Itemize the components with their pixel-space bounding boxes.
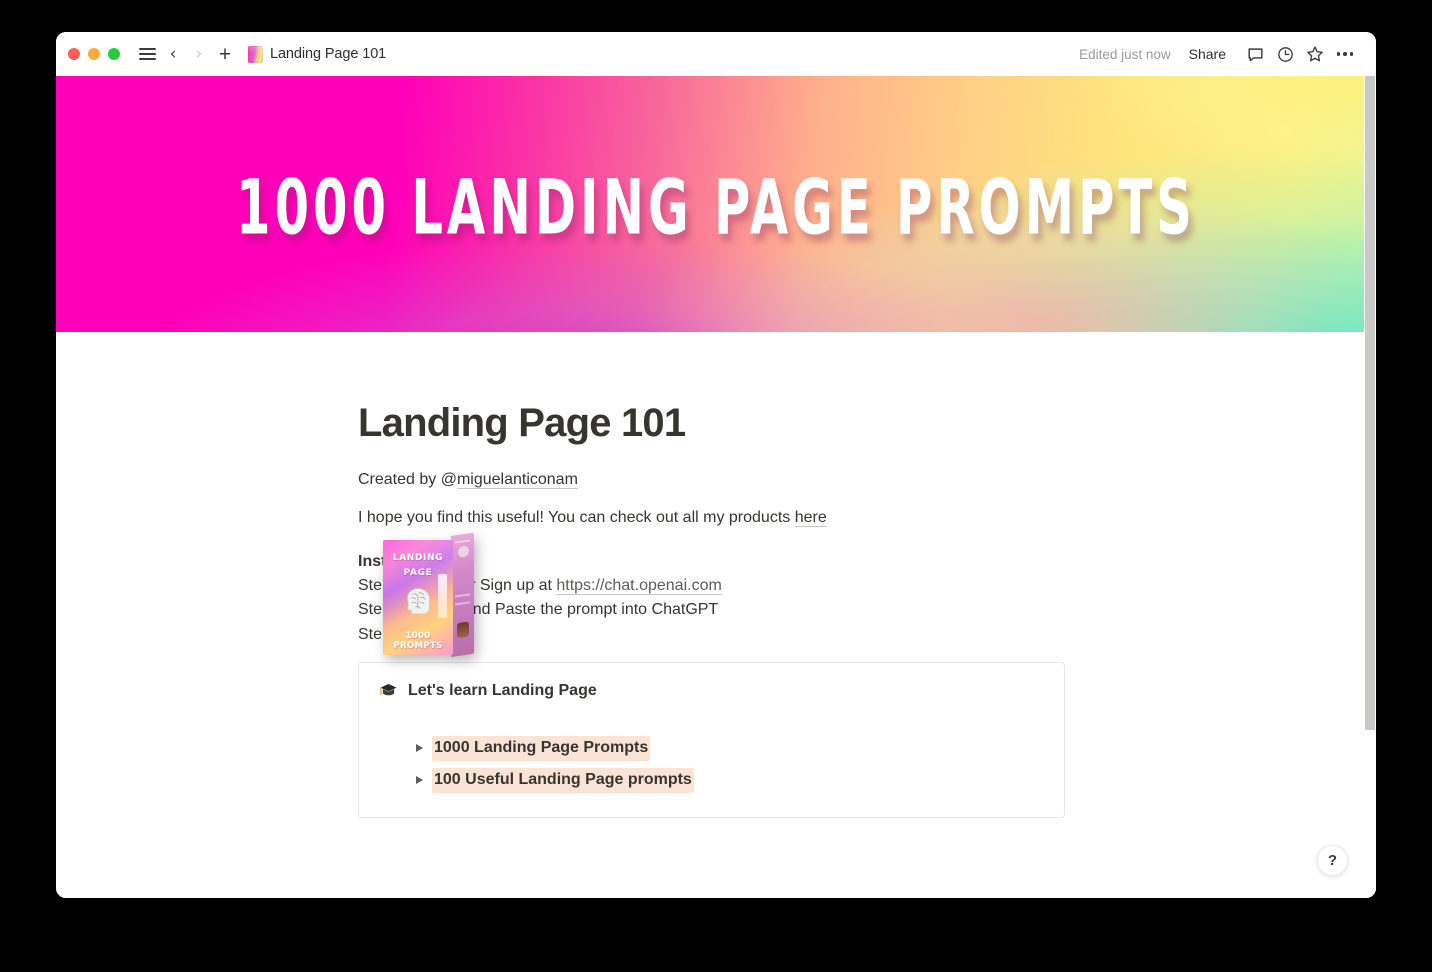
toggle-label[interactable]: 1000 Landing Page Prompts — [432, 736, 651, 761]
graduation-cap-emoji — [379, 683, 397, 696]
vertical-scrollbar-track[interactable] — [1364, 76, 1376, 898]
edited-status-label: Edited just now — [1079, 46, 1171, 62]
intro-text: I hope you find this useful! You can che… — [358, 508, 795, 526]
app-window: ‹ › + Landing Page 101 Edited just now S… — [56, 32, 1376, 898]
chevron-right-toggle-icon[interactable] — [416, 744, 423, 753]
toggle-label[interactable]: 100 Useful Landing Page prompts — [432, 768, 694, 793]
forward-button[interactable]: › — [186, 41, 212, 67]
star-icon — [1307, 46, 1323, 62]
created-by-prefix: Created by @ — [358, 471, 457, 488]
chatgpt-url-link[interactable]: https://chat.openai.com — [556, 576, 722, 595]
hamburger-menu-icon — [138, 48, 156, 60]
page-cover-image[interactable]: 1000 LANDING PAGE PROMPTS — [56, 76, 1376, 332]
callout-header: Let's learn Landing Page — [379, 680, 1044, 702]
page-title[interactable]: Landing Page 101 — [358, 400, 1066, 446]
callout-title: Let's learn Landing Page — [408, 681, 597, 699]
box-line-3: 1000 PROMPTS — [393, 631, 443, 651]
page-scroll-area: 1000 LANDING PAGE PROMPTS LANDING PAGE 1… — [56, 76, 1376, 898]
maximize-window-button[interactable] — [108, 48, 120, 60]
window-controls — [68, 48, 120, 60]
more-options-button[interactable] — [1330, 40, 1360, 68]
chevron-right-toggle-icon[interactable] — [416, 776, 423, 785]
toggle-list-item[interactable]: 100 Useful Landing Page prompts — [416, 766, 1044, 794]
created-by-line: Created by @miguelanticonam — [358, 468, 1066, 493]
cover-title-text: 1000 LANDING PAGE PROMPTS — [236, 162, 1196, 252]
new-page-button[interactable]: + — [212, 41, 238, 67]
tab-title[interactable]: Landing Page 101 — [270, 46, 386, 62]
intro-line: I hope you find this useful! You can che… — [358, 506, 1066, 531]
page-history-button[interactable] — [1270, 40, 1300, 68]
page-thumbnail-icon — [248, 45, 263, 63]
title-bar: ‹ › + Landing Page 101 Edited just now S… — [56, 32, 1376, 76]
share-button[interactable]: Share — [1189, 46, 1226, 62]
vertical-scrollbar-thumb[interactable] — [1365, 76, 1375, 730]
sidebar-toggle-button[interactable] — [134, 41, 160, 67]
brain-head-icon — [407, 588, 430, 614]
help-button[interactable]: ? — [1317, 845, 1348, 876]
plus-icon: + — [218, 42, 232, 66]
back-button[interactable]: ‹ — [160, 41, 186, 67]
author-handle-link[interactable]: miguelanticonam — [456, 471, 578, 489]
box-side-panel — [451, 532, 474, 657]
callout-block[interactable]: Let's learn Landing Page 1000 Landing Pa… — [358, 661, 1065, 818]
close-window-button[interactable] — [68, 48, 80, 60]
page-content: LANDING PAGE 1000 PROMPTS Landing Page 1… — [56, 332, 1376, 818]
clock-history-icon — [1277, 46, 1293, 62]
favorite-button[interactable] — [1300, 40, 1330, 68]
titlebar-right-actions: Edited just now Share — [1079, 40, 1360, 68]
minimize-window-button[interactable] — [88, 48, 100, 60]
chevron-left-icon: ‹ — [169, 43, 177, 64]
landing-page-prompts-box-icon[interactable]: LANDING PAGE 1000 PROMPTS — [383, 532, 475, 658]
comment-button[interactable] — [1240, 40, 1270, 68]
toggle-list-item[interactable]: 1000 Landing Page Prompts — [416, 734, 1044, 762]
box-spine-highlight — [438, 574, 447, 618]
more-horizontal-icon — [1336, 52, 1354, 56]
comment-bubble-icon — [1247, 47, 1263, 61]
products-here-link[interactable]: here — [794, 508, 827, 527]
box-line-1: LANDING — [392, 553, 444, 563]
chevron-right-icon: › — [195, 43, 203, 64]
